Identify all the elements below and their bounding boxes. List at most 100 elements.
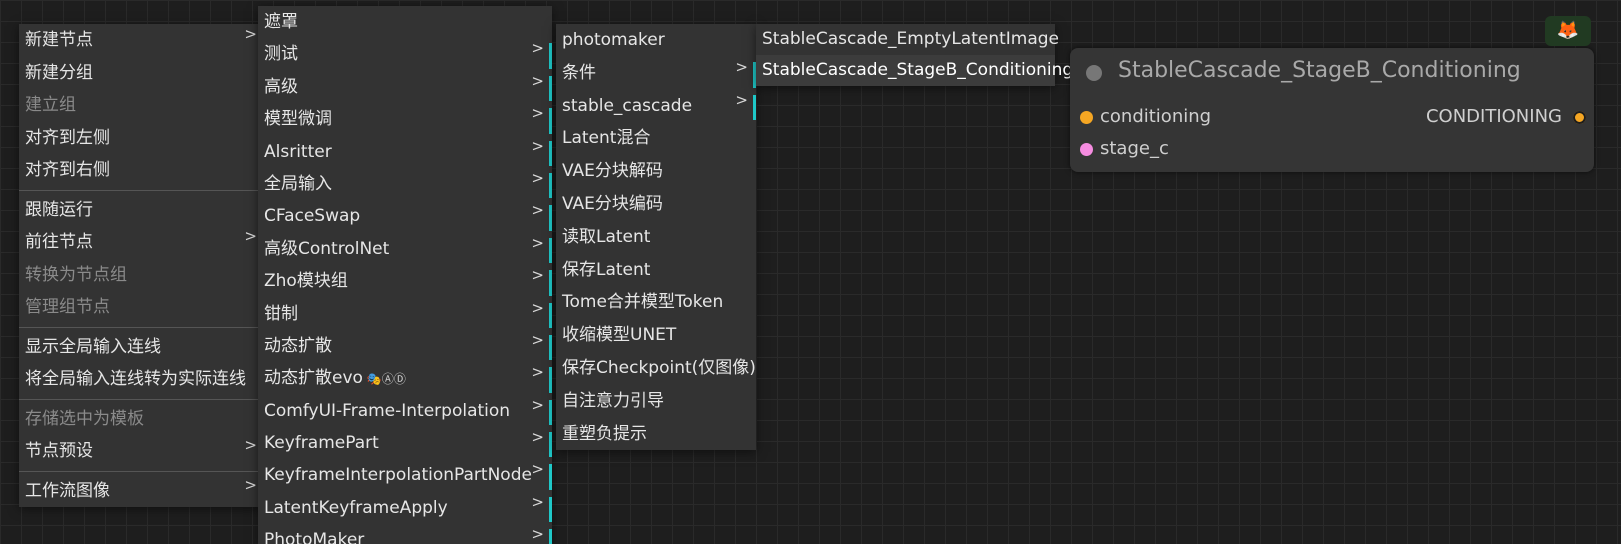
menu-item-label: 对齐到左侧 (25, 127, 110, 148)
menu-item-label: 遮罩 (264, 12, 298, 32)
menu3-item[interactable]: photomaker (556, 24, 756, 57)
context-menu: 新建节点 > 新建分组 建立组 对齐到左侧 对齐到右侧 跟随运行 前往节点 > 转换为节点组 管理组… (19, 24, 265, 507)
submenu-indicator-bar (549, 367, 552, 393)
menu-item-label: CFaceSwap (264, 206, 361, 227)
menu3-item[interactable]: 读取Latent (556, 221, 756, 254)
menu-item-label: 全局输入 (264, 173, 332, 194)
submenu-indicator-bar (549, 399, 552, 426)
menu-item-label: ComfyUI-Frame-Interpolation (264, 400, 511, 421)
menu2-item[interactable]: Alsritter > (258, 136, 552, 168)
menu2-item[interactable]: 全局输入 > (258, 168, 552, 200)
submenu-arrow-icon: > (531, 201, 544, 220)
submenu-indicator-bar (549, 464, 552, 490)
menu3-item[interactable]: stable_cascade > (556, 90, 756, 123)
menu2-item[interactable]: 遮罩 (258, 6, 552, 38)
menu3-item[interactable]: 自注意力引导 (556, 385, 756, 418)
menu3-item[interactable]: VAE分块编码 (556, 188, 756, 221)
submenu-arrow-icon: > (735, 90, 748, 109)
submenu-indicator-bar (549, 172, 552, 199)
menu-item-label: 高级ControlNet (264, 238, 390, 259)
menu3-item[interactable]: 保存Checkpoint(仅图像) (556, 352, 756, 385)
menu3-item[interactable]: 条件 > (556, 57, 756, 90)
menu1-item[interactable]: 将全局输入连线转为实际连线 (19, 363, 265, 396)
menu-item-label: 新建分组 (25, 62, 93, 83)
input-slot-dot-stage-c[interactable] (1080, 143, 1093, 156)
menu-item-label: 对齐到右侧 (25, 160, 110, 180)
menu-item-label: photomaker (562, 30, 665, 50)
menu2-item[interactable]: 高级ControlNet > (258, 233, 552, 265)
menu1-item[interactable]: 工作流图像 > (19, 475, 265, 508)
menu2-item[interactable]: 测试 > (258, 38, 552, 70)
fox-logo-icon[interactable]: 🦊 (1545, 16, 1591, 46)
menu-separator (19, 189, 265, 191)
menu2-item[interactable]: Zho模块组 > (258, 265, 552, 297)
node-collapse-dot[interactable] (1086, 65, 1102, 81)
menu1-item: 存储选中为模板 (19, 403, 265, 436)
menu3-item[interactable]: 保存Latent (556, 254, 756, 287)
node-graph-canvas[interactable]: 新建节点 > 新建分组 建立组 对齐到左侧 对齐到右侧 跟随运行 前往节点 > 转换为节点组 管理组… (0, 0, 1621, 544)
node-subcategory-menu: photomaker 条件 > stable_cascade > Latent混合 VAE分… (556, 24, 756, 451)
menu2-item[interactable]: LatentKeyframeApply > (258, 492, 552, 524)
menu-item-label: 跟随运行 (25, 199, 93, 220)
submenu-arrow-icon: > (531, 71, 544, 90)
menu-item-label: 高级 (264, 76, 298, 97)
menu2-item[interactable]: ComfyUI-Frame-Interpolation > (258, 395, 552, 427)
submenu-arrow-icon: > (244, 227, 257, 245)
submenu-arrow-icon: > (531, 298, 544, 317)
stable-cascade-node-menu: StableCascade_EmptyLatentImage StableCasc… (756, 24, 1073, 86)
menu1-item[interactable]: 新建分组 (19, 57, 265, 90)
submenu-arrow-icon: > (244, 25, 257, 43)
menu2-item[interactable]: 动态扩散evo 🎭ⒶⒹ > (258, 362, 552, 394)
menu4-item[interactable]: StableCascade_EmptyLatentImage (756, 24, 1059, 55)
menu2-item[interactable]: 高级 > (258, 71, 552, 103)
submenu-indicator-bar (549, 432, 552, 458)
output-slot-conditioning: CONDITIONING (1425, 106, 1562, 127)
submenu-indicator-bar (549, 43, 552, 69)
menu-item-label: KeyframePart (264, 433, 379, 454)
menu-item-label: 收缩模型UNET (562, 325, 677, 346)
submenu-arrow-icon: > (735, 57, 748, 76)
menu2-item[interactable]: 钳制 > (258, 298, 552, 330)
menu2-item[interactable]: PhotoMaker > (258, 524, 552, 544)
menu-item-label: 存储选中为模板 (25, 408, 144, 429)
menu3-item[interactable]: 收缩模型UNET (556, 319, 756, 352)
menu2-item[interactable]: 动态扩散 > (258, 330, 552, 362)
menu-separator (19, 398, 265, 400)
menu1-item[interactable]: 前往节点 > (19, 226, 265, 259)
menu2-item[interactable]: CFaceSwap > (258, 200, 552, 232)
menu-item-label: 模型微调 (264, 109, 332, 130)
menu-item-label: 前往节点 (25, 232, 93, 252)
menu2-item[interactable]: KeyframePart > (258, 427, 552, 459)
menu3-item[interactable]: 重塑负提示 (556, 418, 756, 451)
menu-item-label: 保存Latent (562, 259, 651, 280)
submenu-arrow-icon: > (244, 436, 257, 454)
menu1-item[interactable]: 跟随运行 (19, 194, 265, 227)
menu3-item[interactable]: VAE分块解码 (556, 155, 756, 188)
menu-item-label: 保存Checkpoint(仅图像) (562, 357, 756, 378)
menu3-item[interactable]: Latent混合 (556, 122, 756, 155)
output-slot-dot-conditioning[interactable] (1573, 111, 1586, 124)
menu-separator (19, 470, 265, 472)
submenu-arrow-icon: > (531, 428, 544, 447)
menu1-item[interactable]: 对齐到左侧 (19, 122, 265, 155)
menu-item-label: StableCascade_StageB_Conditioning (762, 60, 1074, 80)
submenu-indicator-bar (549, 205, 552, 231)
node-preview-card[interactable]: StableCascade_StageB_Conditioning condit… (1070, 48, 1594, 172)
menu-item-label: VAE分块解码 (562, 161, 663, 182)
menu1-item: 管理组节点 (19, 291, 265, 324)
menu2-item[interactable]: KeyframeInterpolationPartNode > (258, 459, 552, 491)
menu-item-label: stable_cascade (562, 95, 693, 116)
menu1-item[interactable]: 对齐到右侧 (19, 154, 265, 187)
submenu-indicator-bar (549, 108, 552, 134)
menu1-item[interactable]: 节点预设 > (19, 435, 265, 468)
menu1-item[interactable]: 显示全局输入连线 (19, 331, 265, 364)
menu1-item[interactable]: 新建节点 > (19, 24, 265, 57)
menu2-item[interactable]: 模型微调 > (258, 103, 552, 135)
menu-item-label: 转换为节点组 (25, 264, 127, 285)
input-slot-dot-conditioning[interactable] (1080, 111, 1093, 124)
menu4-item[interactable]: StableCascade_StageB_Conditioning (756, 55, 1073, 86)
menu-item-label: 钳制 (264, 303, 298, 324)
menu-item-label: 条件 (562, 62, 596, 83)
submenu-indicator-bar (549, 75, 552, 102)
menu3-item[interactable]: Tome合并模型Token (556, 286, 756, 319)
